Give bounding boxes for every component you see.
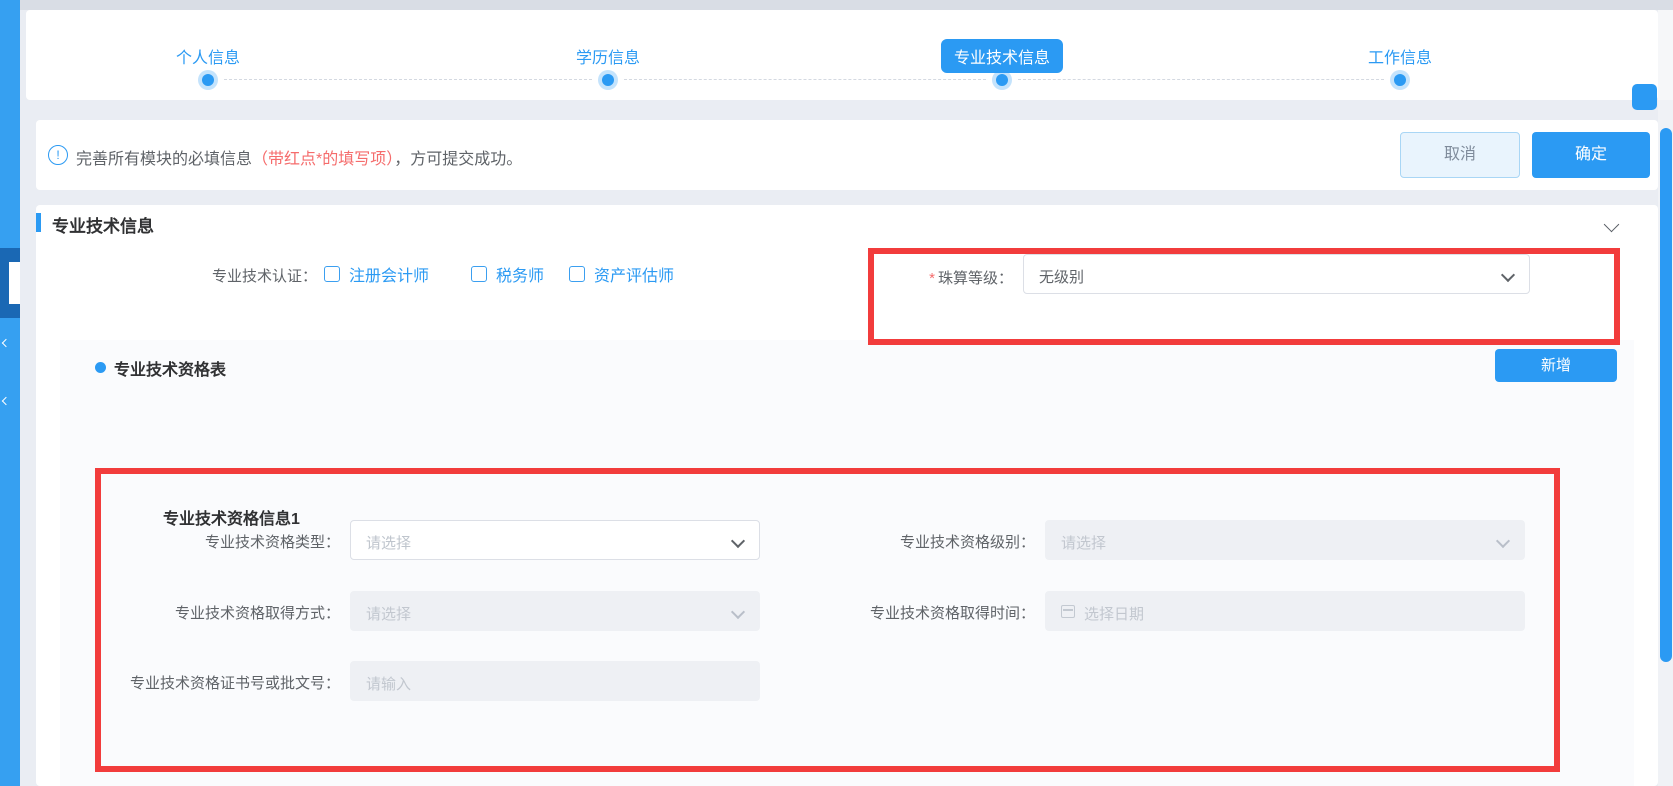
qual-type-label: 专业技术资格类型： (96, 531, 340, 552)
chevron-left-icon[interactable] (2, 397, 10, 405)
step-education-info[interactable]: 学历信息 (576, 44, 640, 68)
qual-method-label: 专业技术资格取得方式： (96, 602, 340, 623)
step-personal-info[interactable]: 个人信息 (176, 44, 240, 68)
checkbox-label[interactable]: 注册会计师 (349, 262, 429, 286)
qual-type-select[interactable]: 请选择 (350, 520, 760, 560)
step-dot (996, 74, 1008, 86)
sidebar-active-item[interactable] (0, 248, 20, 318)
cancel-button[interactable]: 取消 (1400, 132, 1520, 178)
checkbox-icon[interactable] (569, 266, 585, 282)
checkbox-label[interactable]: 税务师 (496, 262, 544, 286)
notice-message-highlight: （带红点*的填写项） (252, 151, 394, 168)
abacus-level-value: 无级别 (1039, 266, 1084, 287)
qual-method-select[interactable]: 请选择 (350, 591, 760, 631)
abacus-level-select[interactable]: 无级别 (1023, 254, 1530, 294)
qual-level-placeholder: 请选择 (1061, 532, 1106, 553)
checkbox-label[interactable]: 资产评估师 (594, 262, 674, 286)
step-dot (602, 74, 614, 86)
app-screen: 个人信息 学历信息 专业技术信息 工作信息 ! 完善所有模块的必填信息（带红点*… (0, 0, 1673, 786)
step-work-info[interactable]: 工作信息 (1368, 44, 1432, 68)
qual-cert-number-input[interactable]: 请输入 (350, 661, 760, 701)
qualification-table-title: 专业技术资格表 (114, 356, 226, 380)
notice-bar: ! 完善所有模块的必填信息（带红点*的填写项），方可提交成功。 取消 确定 (36, 120, 1658, 190)
qualification-table-panel (60, 340, 1634, 786)
step-dot (202, 74, 214, 86)
qual-date-label: 专业技术资格取得时间： (791, 602, 1035, 623)
info-icon: ! (48, 145, 68, 165)
left-sidebar[interactable] (0, 0, 20, 786)
qual-level-select[interactable]: 请选择 (1045, 520, 1525, 560)
top-strip (0, 0, 1673, 10)
required-asterisk: * (929, 270, 935, 287)
section-accent-bar (36, 213, 41, 232)
chevron-left-icon[interactable] (2, 339, 10, 347)
chevron-down-icon (1501, 268, 1515, 282)
step-dot (1394, 74, 1406, 86)
floating-widget[interactable] (1632, 84, 1657, 110)
step-connector (1018, 79, 1384, 80)
notice-message-part2: ，方可提交成功。 (394, 151, 522, 168)
stepper: 个人信息 学历信息 专业技术信息 工作信息 (26, 10, 1658, 100)
checkbox-icon[interactable] (324, 266, 340, 282)
qual-cert-number-label: 专业技术资格证书号或批文号： (96, 672, 340, 693)
sidebar-active-marker (9, 262, 20, 304)
qual-method-placeholder: 请选择 (366, 603, 411, 624)
collapse-panel-button[interactable] (1606, 217, 1617, 235)
scrollbar-thumb[interactable] (1660, 128, 1672, 662)
notice-message: 完善所有模块的必填信息（带红点*的填写项），方可提交成功。 (76, 145, 522, 169)
qualification-form-title: 专业技术资格信息1 (163, 505, 300, 529)
confirm-button[interactable]: 确定 (1532, 132, 1650, 178)
checkbox-cpa[interactable]: 注册会计师 (324, 262, 429, 286)
add-button[interactable]: 新增 (1495, 349, 1617, 382)
bullet-icon (95, 362, 106, 373)
qual-cert-number-placeholder: 请输入 (366, 673, 411, 694)
step-connector (224, 79, 592, 80)
abacus-level-label-text: 珠算等级： (938, 270, 1013, 287)
scrollbar-track-top (1658, 10, 1673, 100)
chevron-down-icon (731, 534, 745, 548)
certification-label: 专业技术认证： (36, 265, 317, 286)
chevron-down-icon (1496, 534, 1510, 548)
section-title: 专业技术信息 (52, 212, 154, 237)
calendar-icon (1061, 605, 1075, 618)
checkbox-tax-agent[interactable]: 税务师 (471, 262, 544, 286)
step-professional-info-active[interactable]: 专业技术信息 (941, 39, 1063, 73)
chevron-down-icon (731, 605, 745, 619)
checkbox-asset-appraiser[interactable]: 资产评估师 (569, 262, 674, 286)
qual-level-label: 专业技术资格级别： (791, 531, 1035, 552)
professional-info-panel: 专业技术信息 专业技术认证： 注册会计师 税务师 资产评估师 *珠算等级： 无级… (36, 205, 1658, 786)
step-connector (624, 79, 986, 80)
abacus-level-label: *珠算等级： (836, 267, 1013, 288)
notice-message-part1: 完善所有模块的必填信息 (76, 151, 252, 168)
qual-date-placeholder: 选择日期 (1084, 603, 1144, 624)
qual-date-picker[interactable]: 选择日期 (1045, 591, 1525, 631)
chevron-down-icon (1604, 217, 1620, 233)
qual-type-placeholder: 请选择 (366, 532, 411, 553)
checkbox-icon[interactable] (471, 266, 487, 282)
